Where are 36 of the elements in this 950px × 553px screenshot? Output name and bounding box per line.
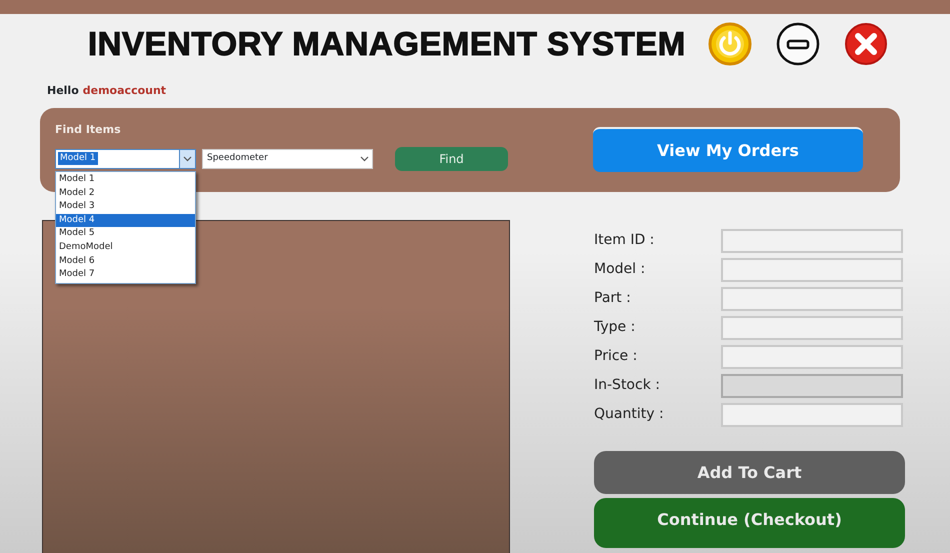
dropdown-option[interactable]: Model 2	[56, 186, 195, 200]
field-label: Type :	[594, 318, 636, 337]
text-field[interactable]	[721, 344, 903, 368]
field-label: Part :	[594, 289, 632, 308]
power-icon[interactable]	[708, 22, 752, 66]
text-field[interactable]	[721, 316, 903, 340]
field-label: Price :	[594, 347, 638, 366]
field-label: In-Stock :	[594, 376, 661, 395]
text-field[interactable]	[721, 402, 903, 426]
part-dropdown[interactable]: Speedometer	[202, 148, 373, 168]
greeting-label: Hello	[47, 82, 79, 99]
username: demoaccount	[82, 82, 166, 99]
field-label: Model :	[594, 260, 646, 279]
dropdown-option[interactable]: DemoModel	[56, 240, 195, 255]
dropdown-option[interactable]: Model 7	[56, 268, 195, 282]
app-title: INVENTORY MANAGEMENT SYSTEM	[88, 24, 686, 64]
dropdown-option[interactable]: Model 3	[56, 200, 195, 214]
model-dropdown[interactable]: Model 1	[55, 148, 196, 168]
dropdown-option[interactable]: Model 5	[56, 227, 195, 241]
text-field[interactable]	[721, 228, 903, 252]
minimize-icon[interactable]	[776, 22, 820, 66]
text-field[interactable]	[721, 258, 903, 282]
dropdown-option[interactable]: Model 6	[56, 254, 195, 268]
find-button[interactable]: Find	[395, 146, 508, 170]
add-to-cart-button[interactable]: Add To Cart	[594, 451, 905, 494]
field-label: Item ID :	[594, 231, 656, 250]
field-label: Quantity :	[594, 405, 665, 424]
caret-icon	[360, 156, 368, 162]
dropdown-option[interactable]: Model 1	[56, 173, 195, 187]
text-field[interactable]	[721, 286, 903, 310]
view-orders-button[interactable]: View My Orders	[593, 127, 863, 172]
section-label: Find Items	[55, 122, 122, 138]
checkout-button[interactable]: Continue (Checkout)	[594, 498, 905, 548]
dropdown-option[interactable]: Model 4	[56, 214, 195, 228]
caret-icon	[183, 156, 192, 162]
close-icon[interactable]	[844, 22, 888, 66]
